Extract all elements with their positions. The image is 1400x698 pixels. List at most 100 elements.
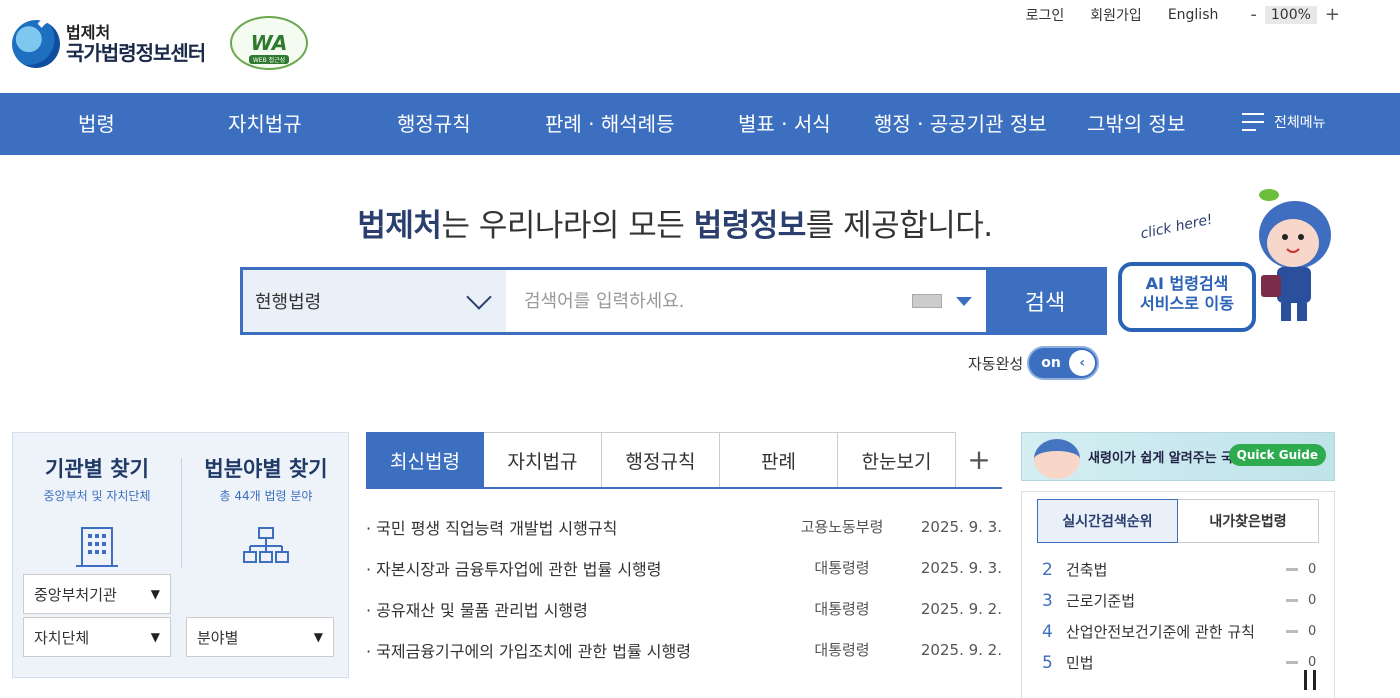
rank-law-name: 근로기준법 [1066, 592, 1136, 610]
hero-title-mid: 는 우리나라의 모든 [441, 208, 694, 244]
law-org: 대통령령 [814, 600, 870, 618]
law-title-link[interactable]: · 자본시장과 금융투자업에 관한 법률 시행령 [366, 556, 782, 580]
header: 법제처 국가법령정보센터 WA WEB 접근성 로그인 회원가입 English… [0, 0, 1400, 93]
tab-precedents[interactable]: 판례 [720, 432, 838, 488]
search-bar: 현행법령 검색 [240, 267, 1107, 335]
ranking-item[interactable]: 5 민법 0 [1042, 647, 1318, 678]
no-change-icon [1286, 630, 1298, 633]
agency-finder-subtitle: 중앙부처 및 자치단체 [43, 489, 151, 503]
search-ranking-panel: 실시간검색순위 내가찾은법령 2 건축법 0 3 근로기준법 0 4 산업안전보… [1021, 491, 1335, 698]
more-plus-icon[interactable]: + [956, 432, 1002, 488]
law-title-link[interactable]: · 국제금융기구에의 가입조치에 관한 법률 시행령 [366, 638, 782, 662]
web-accessibility-badge: WA WEB 접근성 [230, 16, 308, 70]
central-agency-dropdown[interactable]: 중앙부처기관 ▼ [23, 574, 171, 614]
law-field-dropdown[interactable]: 분야별 ▼ [186, 617, 334, 657]
nav-item-laws[interactable]: 법령 [78, 108, 115, 137]
all-menu-label: 전체메뉴 [1274, 115, 1326, 131]
search-scope-select[interactable]: 현행법령 [243, 270, 506, 332]
latest-laws-list: · 국민 평생 직업능력 개발법 시행규칙 고용노동부령 2025. 9. 3.… [366, 506, 1002, 670]
ranking-item[interactable]: 4 산업안전보건기준에 관한 규칙 0 [1042, 616, 1318, 647]
search-scope-value: 현행법령 [255, 292, 322, 313]
quick-guide-banner[interactable]: 새령이가 쉽게 알려주는 국법 Quick Guide [1021, 432, 1335, 481]
zoom-in-button[interactable]: + [1325, 4, 1340, 25]
virtual-keyboard-icon[interactable] [912, 294, 942, 308]
law-date: 2025. 9. 2. [920, 640, 1002, 659]
mascot-character-icon [1259, 189, 1331, 321]
agency-finder-title[interactable]: 기관별 찾기 [13, 453, 181, 483]
ranking-list: 2 건축법 0 3 근로기준법 0 4 산업안전보건기준에 관한 규칙 0 5 … [1042, 554, 1318, 678]
mascot-face-icon [1034, 439, 1080, 479]
autocomplete-toggle[interactable]: on ‹ [1027, 346, 1100, 380]
finder-panel: 기관별 찾기 중앙부처 및 자치단체 법분야별 찾기 총 44개 법령 분야 중… [12, 432, 349, 678]
toggle-on-label: on [1041, 355, 1061, 371]
law-date: 2025. 9. 2. [920, 599, 1002, 618]
search-options-caret-icon[interactable] [956, 296, 972, 306]
caret-down-icon: ▼ [150, 587, 160, 601]
chevron-down-icon [466, 284, 492, 310]
ranking-tabs: 실시간검색순위 내가찾은법령 [1037, 499, 1319, 543]
no-change-icon [1286, 568, 1298, 571]
caret-down-icon: ▼ [313, 630, 323, 644]
tab-admin-rules[interactable]: 행정규칙 [602, 432, 720, 488]
ranking-item[interactable]: 2 건축법 0 [1042, 554, 1318, 585]
ranking-item[interactable]: 3 근로기준법 0 [1042, 585, 1318, 616]
law-date: 2025. 9. 3. [920, 517, 1002, 536]
chevron-left-icon: ‹ [1069, 350, 1096, 376]
nav-item-precedents[interactable]: 판례 · 해석례등 [545, 108, 674, 137]
tab-local-laws[interactable]: 자치법규 [484, 432, 602, 488]
rank-law-name: 민법 [1066, 654, 1094, 672]
law-title-link[interactable]: · 국민 평생 직업능력 개발법 시행규칙 [366, 515, 782, 539]
nav-item-local-laws[interactable]: 자치법규 [228, 108, 302, 137]
hero-title-end: 를 제공합니다. [805, 208, 993, 244]
search-button[interactable]: 검색 [986, 270, 1104, 332]
central-agency-value: 중앙부처기관 [34, 585, 117, 604]
logo-small-text: 법제처 [66, 23, 111, 43]
zoom-control: - 100% + [1250, 4, 1340, 25]
caret-down-icon: ▼ [150, 630, 160, 644]
tab-overview[interactable]: 한눈보기 [838, 432, 956, 488]
nav-item-other-info[interactable]: 그밖의 정보 [1087, 108, 1185, 137]
content-tabs: 최신법령 자치법규 행정규칙 판례 한눈보기 + [366, 432, 1002, 488]
english-link[interactable]: English [1168, 7, 1219, 23]
logo-big-text: 국가법령정보센터 [66, 40, 206, 65]
tab-realtime-ranking[interactable]: 실시간검색순위 [1037, 499, 1178, 543]
nav-item-forms[interactable]: 별표 · 서식 [738, 108, 831, 137]
rank-number: 2 [1042, 559, 1053, 580]
rank-change: 0 [1308, 624, 1317, 639]
menu-icon [1242, 111, 1268, 133]
rank-change: 0 [1308, 562, 1317, 577]
rank-law-name: 산업안전보건기준에 관한 규칙 [1066, 623, 1255, 641]
nav-item-public-agency[interactable]: 행정 · 공공기관 정보 [874, 108, 1047, 137]
tab-latest-laws[interactable]: 최신법령 [366, 432, 484, 488]
all-menu-button[interactable]: 전체메뉴 [1242, 111, 1326, 133]
zoom-out-button[interactable]: - [1250, 4, 1257, 25]
tab-my-laws[interactable]: 내가찾은법령 [1178, 499, 1319, 543]
list-item: · 국민 평생 직업능력 개발법 시행규칙 고용노동부령 2025. 9. 3. [366, 506, 1002, 547]
quick-guide-text: 새령이가 쉽게 알려주는 국법 [1088, 451, 1246, 466]
rank-change: 0 [1308, 593, 1317, 608]
ai-search-button[interactable]: AI 법령검색 서비스로 이동 [1118, 262, 1256, 332]
site-logo[interactable]: 법제처 국가법령정보센터 [12, 20, 206, 68]
pause-icon[interactable] [1304, 670, 1316, 690]
field-finder-title[interactable]: 법분야별 찾기 [182, 453, 350, 483]
building-icon [76, 527, 118, 567]
law-title-link[interactable]: · 공유재산 및 물품 관리법 시행령 [366, 597, 782, 621]
search-input[interactable] [506, 270, 912, 332]
rank-number: 5 [1042, 652, 1053, 673]
join-link[interactable]: 회원가입 [1090, 5, 1142, 25]
field-finder-subtitle: 총 44개 법령 분야 [219, 489, 313, 503]
law-date: 2025. 9. 3. [920, 558, 1002, 577]
quick-guide-pill: Quick Guide [1228, 444, 1326, 466]
rank-law-name: 건축법 [1066, 561, 1108, 579]
login-link[interactable]: 로그인 [1026, 5, 1065, 25]
local-government-dropdown[interactable]: 자치단체 ▼ [23, 617, 171, 657]
local-government-value: 자치단체 [34, 628, 90, 647]
rank-number: 3 [1042, 590, 1053, 611]
nav-item-admin-rules[interactable]: 행정규칙 [397, 108, 471, 137]
zoom-level: 100% [1264, 5, 1317, 24]
autocomplete-label: 자동완성 [968, 354, 1024, 373]
utility-menu: 로그인 회원가입 English - 100% + [1026, 4, 1340, 25]
org-chart-icon [243, 527, 289, 563]
wa-mark: WA [250, 31, 288, 55]
autocomplete-control: 자동완성 on ‹ [968, 346, 1100, 380]
